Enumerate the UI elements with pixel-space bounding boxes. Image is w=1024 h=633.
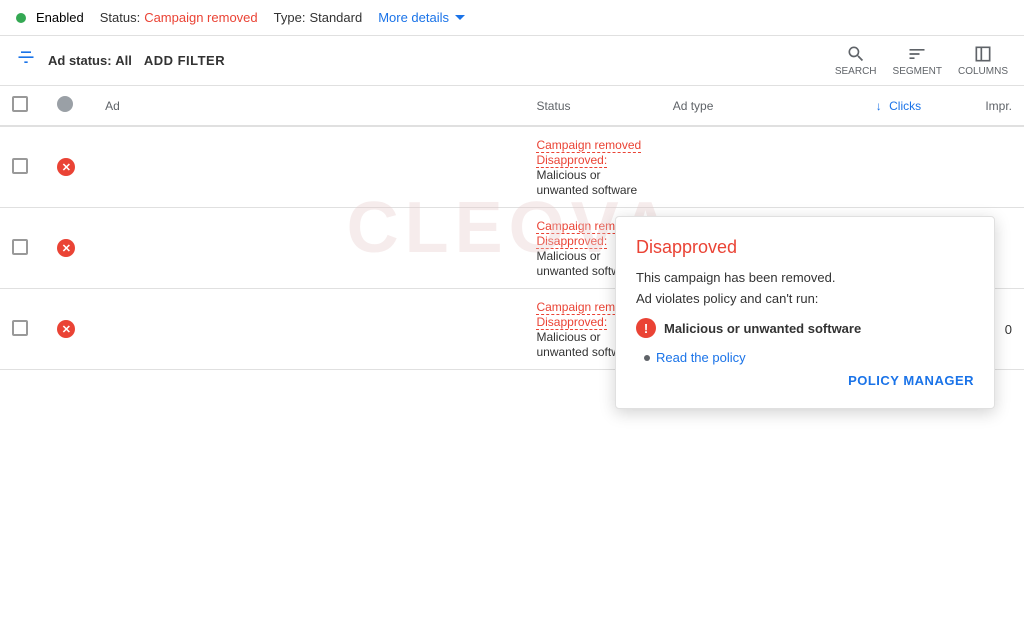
- add-filter-button[interactable]: ADD FILTER: [144, 53, 225, 68]
- row1-campaign-removed[interactable]: Campaign removed: [536, 138, 641, 153]
- tooltip-title: Disapproved: [636, 237, 974, 258]
- enabled-label: Enabled: [36, 10, 84, 25]
- row2-checkbox[interactable]: [12, 239, 28, 255]
- tooltip-policy-name: Malicious or unwanted software: [664, 321, 861, 336]
- tooltip-subdesc: Ad violates policy and can't run:: [636, 291, 974, 306]
- filter-prefix: Ad status:: [48, 53, 112, 68]
- col-header-adtype[interactable]: Ad type: [661, 86, 820, 126]
- type-prefix: Type:: [274, 10, 306, 25]
- tooltip-footer: POLICY MANAGER: [636, 373, 974, 388]
- col-header-status[interactable]: Status: [524, 86, 660, 126]
- read-policy-link[interactable]: Read the policy: [656, 350, 746, 365]
- row3-status-icon: ✕: [57, 320, 75, 338]
- row1-status-icon: ✕: [57, 158, 75, 176]
- row2-disapproved[interactable]: Disapproved:: [536, 234, 607, 249]
- col-impr-label: Impr.: [985, 99, 1012, 113]
- col-header-impr[interactable]: Impr.: [933, 86, 1024, 126]
- table-header-row: Ad Status Ad type ↓ Clicks Impr.: [0, 86, 1024, 126]
- status-section: Status: Campaign removed: [100, 10, 258, 25]
- tooltip-desc: This campaign has been removed.: [636, 270, 974, 285]
- row2-check[interactable]: [0, 208, 45, 289]
- enabled-dot: [16, 13, 26, 23]
- filter-icon: [16, 48, 36, 73]
- tooltip-policy-row: ! Malicious or unwanted software: [636, 318, 974, 338]
- status-prefix: Status:: [100, 10, 140, 25]
- table-row: ✕ Campaign removed Disapproved: Maliciou…: [0, 126, 1024, 208]
- col-header-ad[interactable]: Ad: [93, 86, 524, 126]
- filter-label: Ad status: All: [48, 53, 132, 68]
- row3-checkbox[interactable]: [12, 320, 28, 336]
- columns-label: COLUMNS: [958, 66, 1008, 77]
- col-status-label: Status: [536, 99, 570, 113]
- row3-dot: ✕: [45, 289, 93, 370]
- policy-manager-button[interactable]: POLICY MANAGER: [848, 373, 974, 388]
- chevron-down-icon: [455, 15, 465, 20]
- filter-bar: Ad status: All ADD FILTER SEARCH SEGMENT…: [0, 36, 1024, 86]
- filter-left: Ad status: All ADD FILTER: [16, 48, 225, 73]
- status-value: Campaign removed: [144, 10, 257, 25]
- row3-ad: [93, 289, 524, 370]
- row1-policy: Malicious or unwanted software: [536, 168, 637, 197]
- col-ad-label: Ad: [105, 99, 120, 113]
- row1-adtype: [661, 126, 820, 208]
- row3-check[interactable]: [0, 289, 45, 370]
- row1-dot: ✕: [45, 126, 93, 208]
- col-header-clicks[interactable]: ↓ Clicks: [820, 86, 934, 126]
- sort-arrow-icon: ↓: [876, 99, 882, 113]
- row1-checkbox[interactable]: [12, 158, 28, 174]
- table-wrapper: CLEOVA Ad Status Ad type: [0, 86, 1024, 370]
- header-checkbox[interactable]: [12, 96, 28, 112]
- row1-check[interactable]: [0, 126, 45, 208]
- search-button[interactable]: SEARCH: [835, 44, 877, 77]
- filter-right: SEARCH SEGMENT COLUMNS: [835, 44, 1008, 77]
- top-bar: Enabled Status: Campaign removed Type: S…: [0, 0, 1024, 36]
- type-value: Standard: [309, 10, 362, 25]
- row2-ad: [93, 208, 524, 289]
- type-section: Type: Standard: [274, 10, 363, 25]
- segment-button[interactable]: SEGMENT: [893, 44, 942, 77]
- row2-dot: ✕: [45, 208, 93, 289]
- enabled-indicator: Enabled: [16, 10, 84, 25]
- columns-button[interactable]: COLUMNS: [958, 44, 1008, 77]
- row1-impr: [933, 126, 1024, 208]
- segment-label: SEGMENT: [893, 66, 942, 77]
- warning-icon: !: [636, 318, 656, 338]
- row1-clicks: [820, 126, 934, 208]
- col-adtype-label: Ad type: [673, 99, 714, 113]
- filter-value: All: [115, 53, 132, 68]
- row3-disapproved[interactable]: Disapproved:: [536, 315, 607, 330]
- col-header-check: [0, 86, 45, 126]
- bullet-icon: [644, 355, 650, 361]
- tooltip-links: Read the policy: [636, 350, 974, 365]
- row1-ad: [93, 126, 524, 208]
- row1-disapproved[interactable]: Disapproved:: [536, 153, 607, 168]
- tooltip-popup: Disapproved This campaign has been remov…: [615, 216, 995, 409]
- more-details-label: More details: [378, 10, 449, 25]
- search-label: SEARCH: [835, 66, 877, 77]
- row1-status: Campaign removed Disapproved: Malicious …: [524, 126, 660, 208]
- more-details-link[interactable]: More details: [378, 10, 465, 25]
- header-dot: [57, 96, 73, 112]
- row2-status-icon: ✕: [57, 239, 75, 257]
- tooltip-link-item: Read the policy: [644, 350, 974, 365]
- col-header-dot: [45, 86, 93, 126]
- col-clicks-label: Clicks: [889, 99, 921, 113]
